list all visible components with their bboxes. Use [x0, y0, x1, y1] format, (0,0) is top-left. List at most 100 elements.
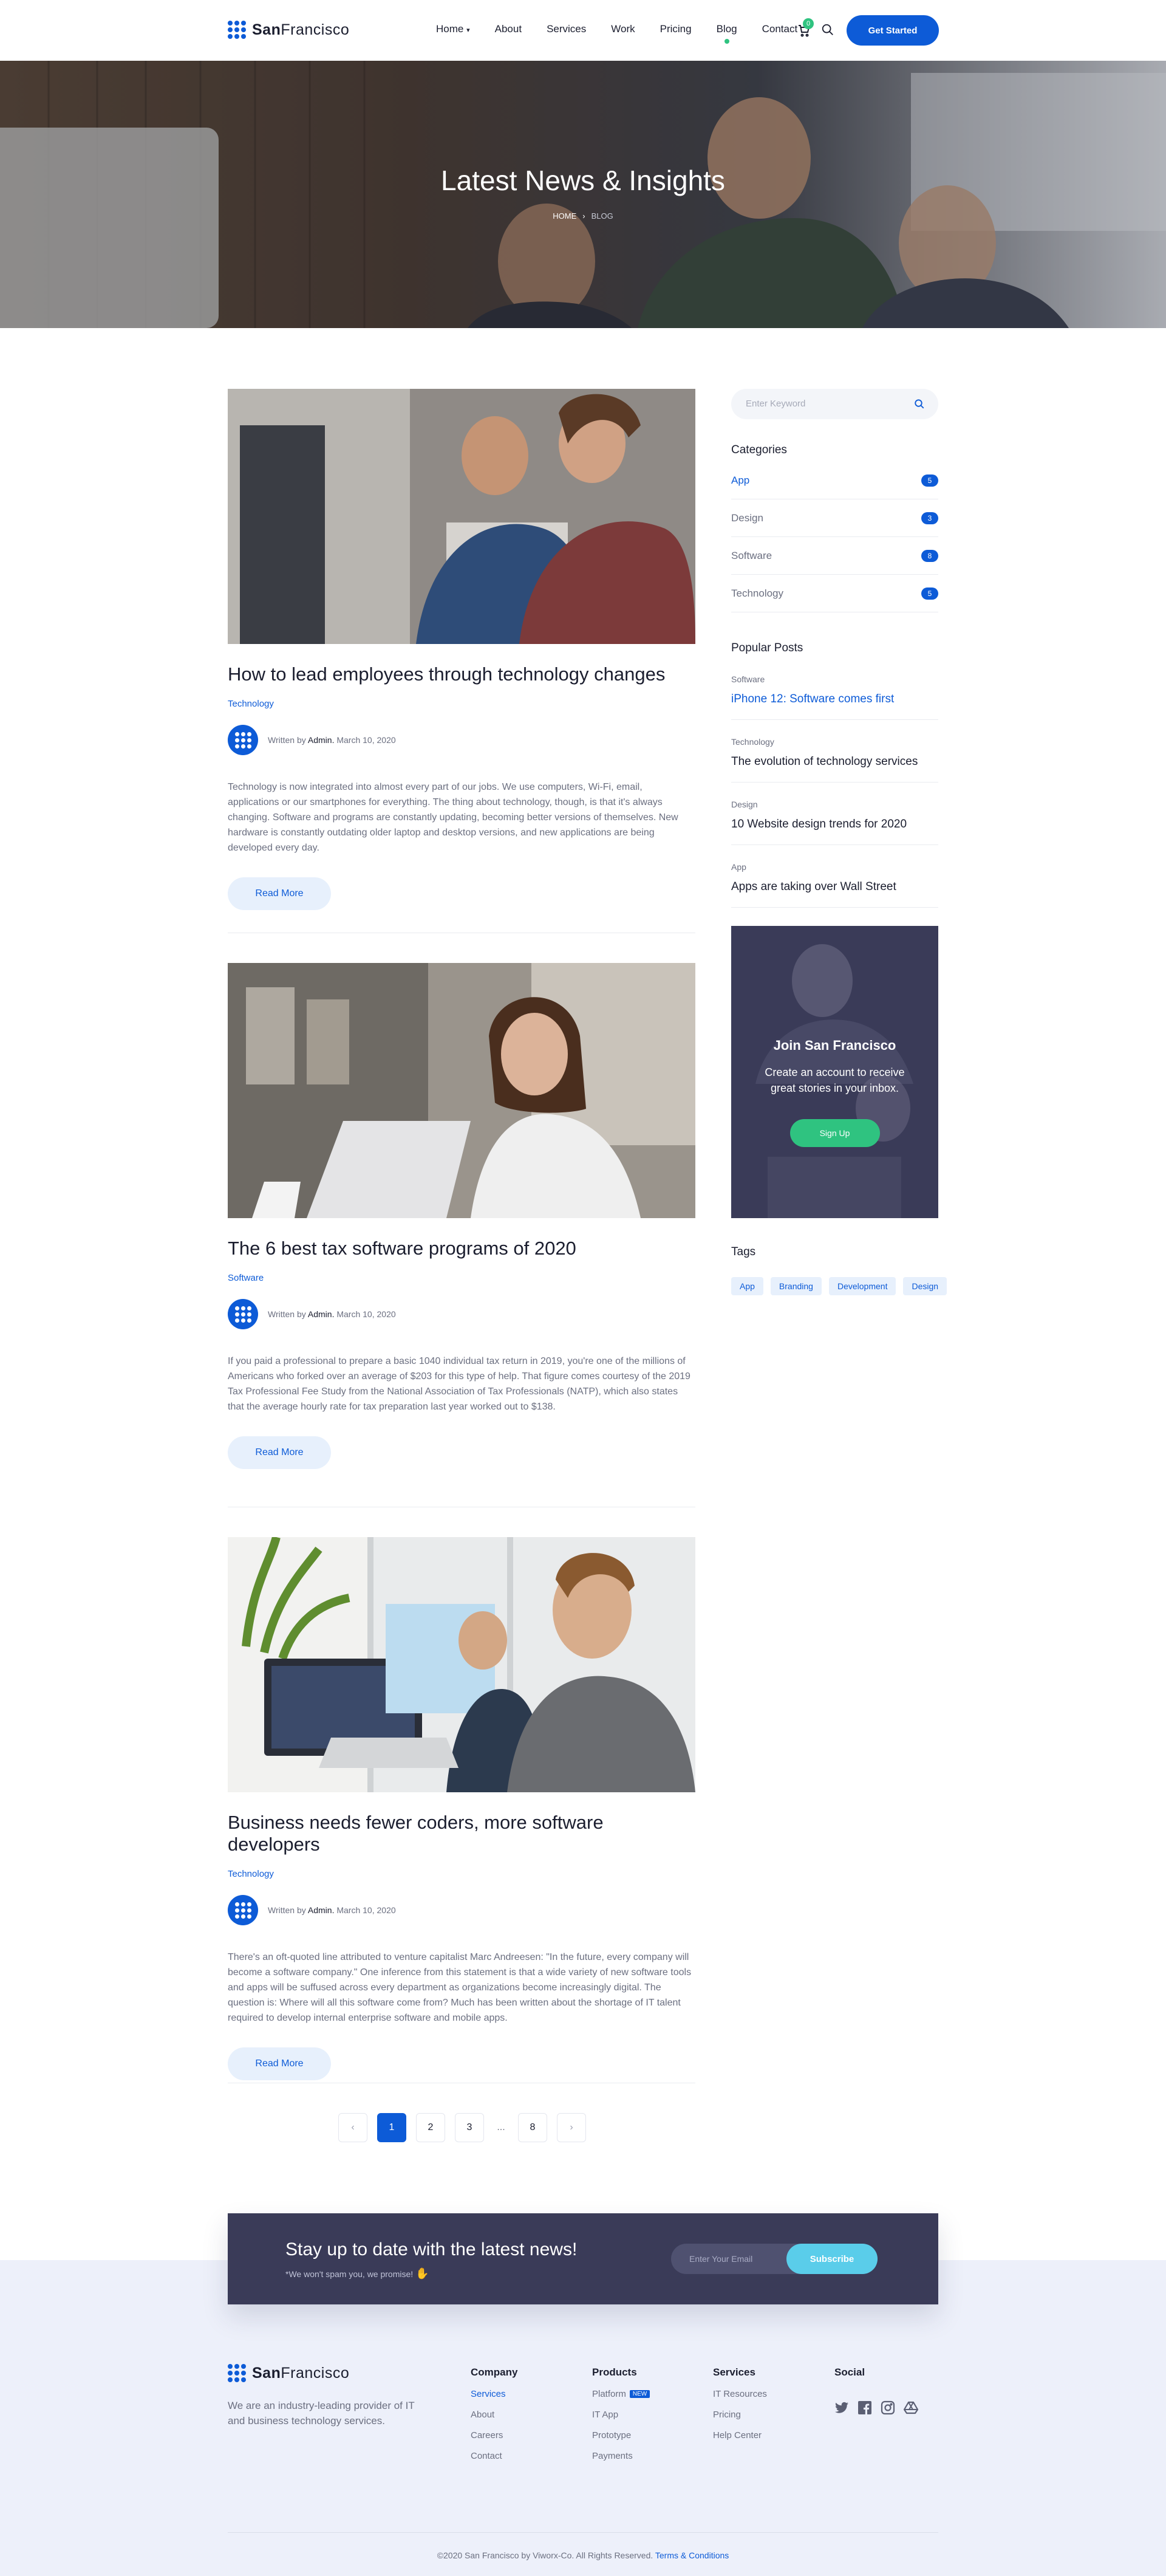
tags-title: Tags	[731, 1245, 756, 1258]
post-category[interactable]: Software	[228, 1273, 695, 1283]
breadcrumb-home[interactable]: HOME	[553, 211, 576, 221]
copyright-bar: ©2020 San Francisco by Viworx-Co. All Ri…	[0, 2550, 1166, 2560]
page-3-button[interactable]: 3	[455, 2113, 484, 2142]
google-drive-icon[interactable]	[904, 2400, 918, 2415]
footer-link-help-center[interactable]: Help Center	[713, 2430, 767, 2441]
newsletter-title: Stay up to date with the latest news!	[285, 2239, 578, 2259]
footer-link-it-resources[interactable]: IT Resources	[713, 2389, 767, 2399]
post-date: March 10, 2020	[336, 735, 396, 745]
categories-title: Categories	[731, 444, 787, 456]
read-more-button[interactable]: Read More	[228, 1436, 331, 1469]
post-category[interactable]: Technology	[228, 1869, 695, 1879]
post-meta: Written by Admin. March 10, 2020	[228, 1895, 695, 1925]
tag-design[interactable]: Design	[903, 1277, 947, 1295]
post-author[interactable]: Admin.	[308, 1905, 335, 1915]
sidebar-search-input[interactable]: Enter Keyword	[731, 389, 938, 419]
nav-services[interactable]: Services	[547, 23, 586, 35]
subscribe-button[interactable]: Subscribe	[786, 2244, 878, 2274]
popular-post-item[interactable]: Design 10 Website design trends for 2020	[731, 783, 938, 845]
page-1-button[interactable]: 1	[377, 2113, 406, 2142]
footer-link-payments[interactable]: Payments	[592, 2451, 650, 2461]
tags-widget: Tags App Branding Development Design	[731, 1245, 947, 1295]
page-title: Latest News & Insights	[441, 165, 725, 196]
join-text: Create an account to receive great stori…	[765, 1066, 905, 1094]
post-title[interactable]: The 6 best tax software programs of 2020	[228, 1238, 695, 1259]
category-count: 5	[921, 474, 938, 487]
category-count: 8	[921, 549, 938, 562]
footer-background	[0, 2260, 1166, 2576]
category-count: 5	[921, 587, 938, 600]
popular-post-item[interactable]: Software iPhone 12: Software comes first	[731, 655, 938, 720]
category-item-design[interactable]: Design 3	[731, 499, 938, 537]
nav-contact[interactable]: Contact	[762, 23, 798, 35]
post-category[interactable]: Technology	[228, 699, 695, 709]
new-badge: NEW	[629, 2390, 650, 2398]
twitter-icon[interactable]	[834, 2400, 849, 2415]
post-excerpt: If you paid a professional to prepare a …	[228, 1356, 690, 1412]
post-image[interactable]	[228, 389, 695, 644]
page-2-button[interactable]: 2	[416, 2113, 445, 2142]
newsletter-note: *We won't spam you, we promise!	[285, 2269, 414, 2279]
read-more-button[interactable]: Read More	[228, 2047, 331, 2080]
get-started-button[interactable]: Get Started	[847, 15, 939, 46]
facebook-icon[interactable]	[857, 2400, 872, 2415]
instagram-icon[interactable]	[881, 2400, 895, 2415]
popular-post-item[interactable]: Technology The evolution of technology se…	[731, 720, 938, 783]
footer-link-about[interactable]: About	[471, 2410, 517, 2420]
join-title: Join San Francisco	[773, 1038, 896, 1053]
footer-products-column: Products Platform NEW IT App Prototype Pa…	[592, 2366, 650, 2461]
footer-link-services[interactable]: Services	[471, 2389, 517, 2399]
terms-link[interactable]: Terms & Conditions	[655, 2550, 729, 2560]
footer-link-pricing[interactable]: Pricing	[713, 2410, 767, 2420]
nav-pricing[interactable]: Pricing	[660, 23, 692, 35]
footer-link-it-app[interactable]: IT App	[592, 2410, 650, 2420]
post-image[interactable]	[228, 1537, 695, 1792]
logo-icon	[228, 21, 246, 39]
breadcrumb: HOME › BLOG	[0, 211, 1166, 221]
popular-post-item[interactable]: App Apps are taking over Wall Street	[731, 845, 938, 908]
post-title[interactable]: Business needs fewer coders, more softwa…	[228, 1812, 695, 1855]
social-links	[834, 2400, 918, 2415]
nav-home[interactable]: Home ▾	[436, 23, 470, 35]
next-page-button[interactable]: ›	[557, 2113, 586, 2142]
tag-development[interactable]: Development	[828, 1277, 896, 1295]
post-author[interactable]: Admin.	[308, 1309, 335, 1319]
post-date: March 10, 2020	[336, 1309, 396, 1319]
category-count: 3	[921, 512, 938, 524]
nav-work[interactable]: Work	[611, 23, 635, 35]
blog-post: The 6 best tax software programs of 2020…	[228, 963, 695, 1469]
site-header: SanFrancisco Home ▾ About Services Work …	[0, 0, 1166, 61]
nav-about[interactable]: About	[495, 23, 522, 35]
blog-post: How to lead employees through technology…	[228, 389, 695, 910]
sign-up-button[interactable]: Sign Up	[789, 1119, 880, 1147]
footer-link-careers[interactable]: Careers	[471, 2430, 517, 2441]
category-item-software[interactable]: Software 8	[731, 537, 938, 575]
search-icon[interactable]	[821, 23, 834, 36]
brand-logo[interactable]: SanFrancisco	[228, 21, 349, 39]
prev-page-button[interactable]: ‹	[338, 2113, 367, 2142]
post-excerpt: There's an oft-quoted line attributed to…	[228, 1952, 692, 2023]
footer-company-column: Company Services About Careers Contact	[471, 2366, 518, 2461]
popular-posts-title: Popular Posts	[731, 642, 803, 654]
avatar	[228, 1895, 258, 1925]
logo-icon	[228, 2364, 246, 2382]
cart-count-badge: 0	[803, 18, 814, 29]
search-icon[interactable]	[914, 399, 925, 409]
footer-link-platform[interactable]: Platform NEW	[592, 2389, 650, 2399]
nav-blog[interactable]: Blog	[717, 23, 737, 35]
footer-link-contact[interactable]: Contact	[471, 2451, 517, 2461]
main-nav: Home ▾ About Services Work Pricing Blog …	[436, 23, 822, 35]
search-placeholder: Enter Keyword	[746, 399, 806, 409]
pagination: ‹ 1 2 3 ... 8 ›	[338, 2113, 586, 2142]
category-item-technology[interactable]: Technology 5	[731, 575, 938, 612]
tag-branding[interactable]: Branding	[770, 1277, 822, 1295]
post-author[interactable]: Admin.	[308, 735, 335, 745]
footer-logo[interactable]: SanFrancisco	[228, 2364, 349, 2382]
post-title[interactable]: How to lead employees through technology…	[228, 663, 695, 685]
page-8-button[interactable]: 8	[518, 2113, 547, 2142]
post-image[interactable]	[228, 963, 695, 1218]
category-item-app[interactable]: App 5	[731, 462, 938, 499]
footer-link-prototype[interactable]: Prototype	[592, 2430, 650, 2441]
read-more-button[interactable]: Read More	[228, 877, 331, 910]
tag-app[interactable]: App	[731, 1277, 763, 1295]
